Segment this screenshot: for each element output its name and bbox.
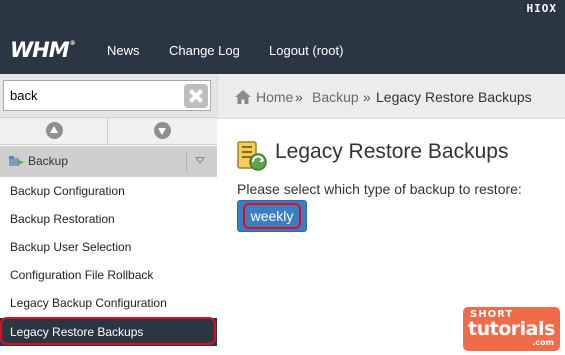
restore-prompt: Please select which type of backup to re…	[237, 181, 522, 197]
home-icon[interactable]	[235, 90, 251, 104]
sidebar-search	[0, 74, 217, 118]
sidebar-item-backup-user-selection[interactable]: Backup User Selection	[0, 233, 217, 261]
whm-logo[interactable]: WHM®	[10, 38, 76, 62]
clear-search-icon[interactable]	[184, 84, 208, 108]
sidebar-item-backup-configuration[interactable]: Backup Configuration	[0, 177, 217, 205]
nav-change-log-link[interactable]: Change Log	[169, 43, 240, 58]
sidebar-item-configuration-file-rollback[interactable]: Configuration File Rollback	[0, 261, 217, 289]
arrow-up-icon	[46, 122, 63, 139]
arrow-down-icon	[154, 122, 171, 139]
registered-mark: ®	[69, 40, 76, 47]
legacy-restore-icon	[237, 141, 267, 171]
logo-text: WHM	[10, 38, 70, 62]
nav-news-link[interactable]: News	[107, 43, 140, 58]
breadcrumb-current: Legacy Restore Backups	[376, 89, 532, 105]
page-title: Legacy Restore Backups	[275, 140, 509, 163]
expand-all-button[interactable]	[108, 118, 216, 144]
highlight-ring-active-item	[0, 317, 216, 345]
collapse-all-button[interactable]	[0, 118, 108, 144]
category-label: Backup	[28, 154, 69, 168]
top-bar: HIOX WHM® News Change Log Logout (root)	[0, 0, 565, 74]
breadcrumb-separator: »	[295, 89, 303, 105]
search-input[interactable]	[3, 80, 211, 111]
watermark-line-tutorials: tutorials	[468, 318, 555, 340]
category-backup[interactable]: Backup	[0, 146, 217, 177]
brand-tag: HIOX	[526, 2, 557, 15]
breadcrumb-separator: »	[363, 89, 371, 105]
sidebar-item-backup-restoration[interactable]: Backup Restoration	[0, 205, 217, 233]
breadcrumb-home-link[interactable]: Home	[256, 89, 293, 105]
breadcrumb: Home » Backup » Legacy Restore Backups	[217, 74, 565, 119]
watermark-line-com: .com	[532, 338, 554, 347]
backup-folder-icon	[9, 156, 24, 166]
chevron-down-icon[interactable]	[195, 157, 205, 164]
collapse-expand-controls	[0, 118, 217, 145]
nav-logout-link[interactable]: Logout (root)	[269, 43, 343, 58]
sidebar-item-legacy-backup-configuration[interactable]: Legacy Backup Configuration	[0, 289, 217, 317]
category-divider	[186, 151, 187, 172]
highlight-ring-weekly	[243, 203, 301, 229]
short-tutorials-watermark: SHORT tutorials .com	[463, 307, 560, 351]
breadcrumb-backup-link[interactable]: Backup	[312, 89, 359, 105]
